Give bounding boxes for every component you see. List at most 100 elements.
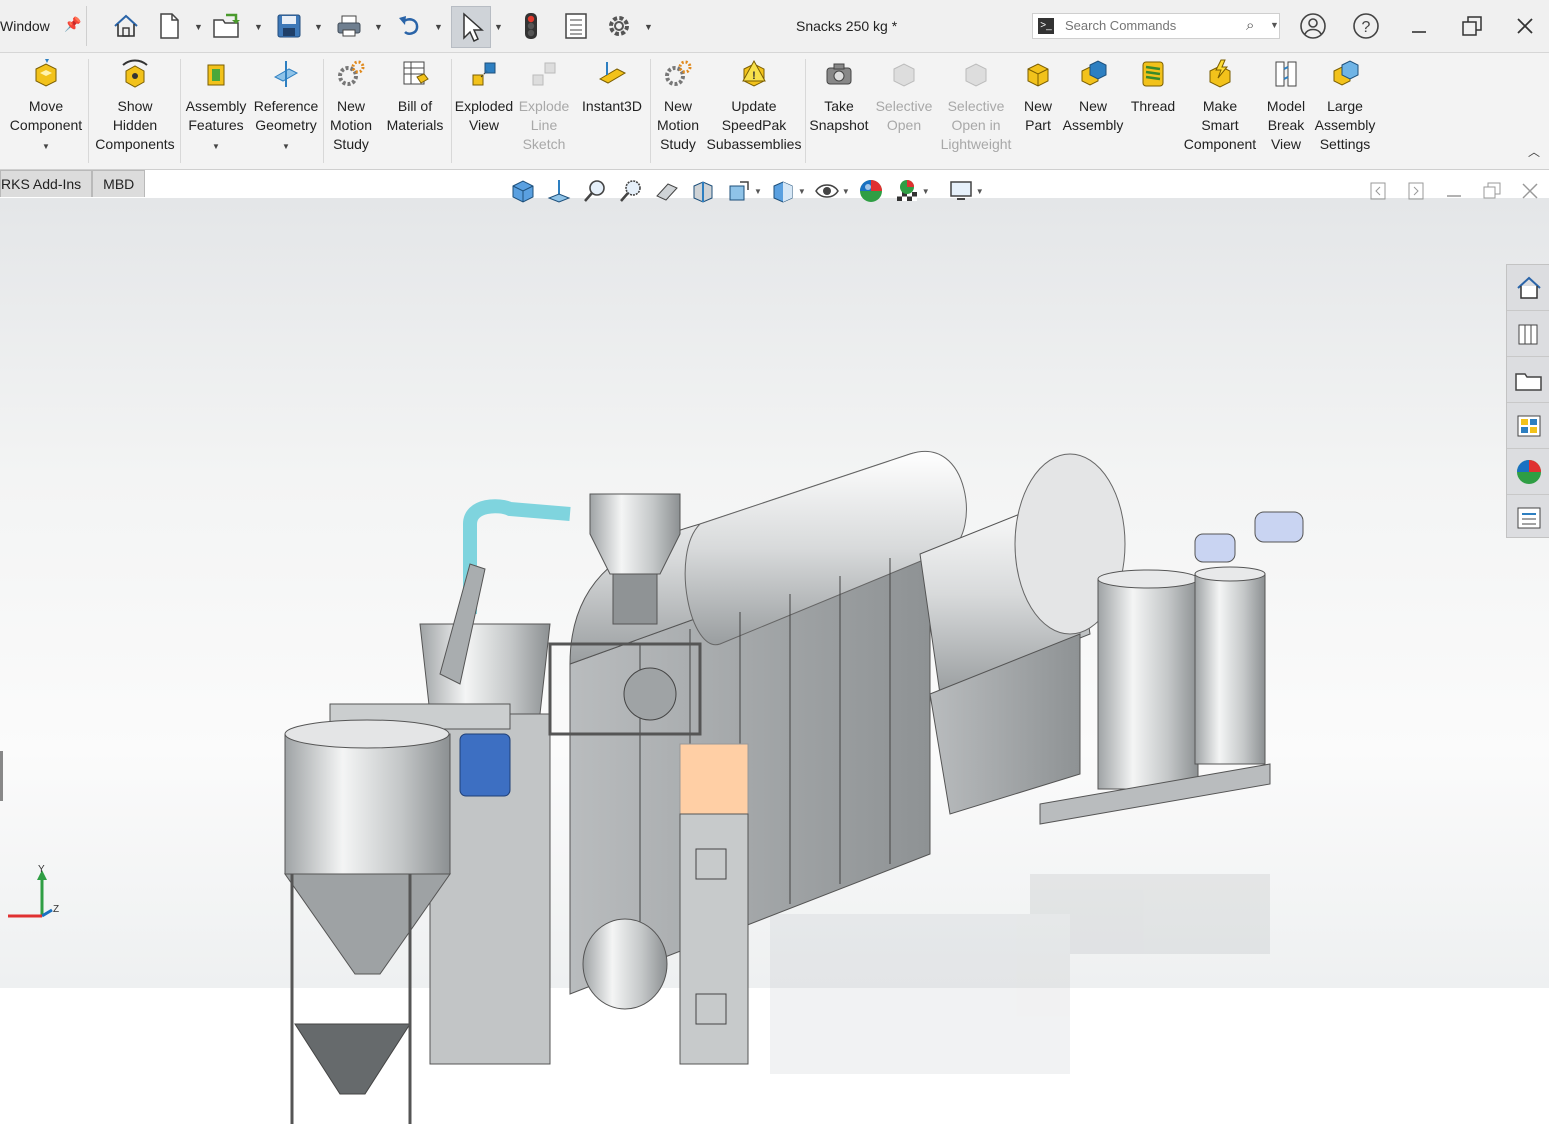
make-smart-component-button[interactable]: Make Smart Component [1182,57,1258,154]
save-button[interactable] [272,8,306,44]
print-button[interactable] [332,8,366,44]
exploded-view-button[interactable]: Exploded View [454,57,514,135]
reference-geometry-button[interactable]: Reference Geometry ▼ [252,57,320,156]
normal-to-button[interactable] [544,176,574,206]
tool-label: Reference Geometry [253,98,319,133]
traffic-light-icon [525,13,537,39]
task-pane-custom-properties[interactable] [1507,495,1549,540]
tool-label: Update SpeedPak Subassemblies [706,98,802,152]
section-view-icon [693,181,713,203]
chevron-down-icon[interactable]: ▼ [434,22,443,32]
options-button[interactable] [602,8,636,44]
task-pane-appearances[interactable] [1507,449,1549,495]
design-library-icon [1518,324,1537,344]
task-pane-view-palette[interactable] [1507,403,1549,449]
undo-button[interactable] [392,8,426,44]
chevron-down-icon[interactable]: ▼ [494,22,503,32]
menu-window[interactable]: Window [0,18,50,34]
appearance-ball-icon [1516,459,1541,484]
pin-icon[interactable]: 📌 [64,16,81,33]
assembly-features-button[interactable]: Assembly Features ▼ [184,57,248,156]
explode-line-sketch-button[interactable]: Explode Line Sketch [516,57,572,154]
tool-label: Thread [1130,98,1176,114]
chevron-down-icon[interactable]: ▼ [374,22,383,32]
tool-label: Make Smart Component [1183,98,1257,152]
viewport-restore-button[interactable] [1479,178,1505,204]
file-properties-button[interactable] [560,8,592,44]
close-button[interactable] [1509,10,1541,42]
new-motion-study-button-2[interactable]: New Motion Study [652,57,704,154]
dynamic-annotation-button[interactable] [724,176,754,206]
chevron-down-icon[interactable]: ▼ [184,137,248,156]
zoom-to-fit-button[interactable] [580,176,610,206]
new-motion-study-button[interactable]: New Motion Study [326,57,376,154]
chevron-down-icon[interactable]: ▼ [842,187,850,196]
move-component-button[interactable]: Move Component ▼ [4,57,88,156]
select-button[interactable] [451,6,491,48]
new-document-button[interactable] [154,8,184,44]
previous-view-button[interactable] [652,176,682,206]
task-pane-home[interactable] [1507,265,1549,311]
account-button[interactable] [1297,10,1329,42]
chevron-down-icon[interactable]: ▼ [254,22,263,32]
apply-scene-button[interactable] [892,176,922,206]
chevron-down-icon[interactable]: ▼ [1270,20,1279,30]
restore-button[interactable] [1456,10,1488,42]
search-icon[interactable]: ⌕ [1246,17,1254,34]
minimize-icon [1412,31,1426,33]
show-hidden-components-button[interactable]: Show Hidden Components [92,57,178,154]
help-button[interactable]: ? [1350,10,1382,42]
exploded-view-icon [472,62,496,86]
chevron-down-icon[interactable]: ▼ [644,22,653,32]
search-input[interactable] [1063,17,1247,34]
chevron-down-icon[interactable]: ▼ [194,22,203,32]
dock-left-button[interactable] [1365,178,1391,204]
chevron-down-icon[interactable]: ▼ [798,187,806,196]
dock-right-button[interactable] [1403,178,1429,204]
take-snapshot-button[interactable]: Take Snapshot [808,57,870,135]
task-pane-file-explorer[interactable] [1507,357,1549,403]
view-settings-button[interactable] [946,176,976,206]
thread-button[interactable]: Thread [1126,57,1180,116]
hide-show-items-button[interactable] [812,176,842,206]
folder-icon [1514,372,1542,391]
selective-open-button[interactable]: Selective Open [872,57,936,135]
edit-appearance-button[interactable] [856,176,886,206]
chevron-down-icon[interactable]: ▼ [976,187,984,196]
chevron-down-icon[interactable]: ▼ [4,137,88,156]
assembly-model-image[interactable] [270,434,1330,1134]
section-view-button[interactable] [688,176,718,206]
tool-label: New Part [1023,98,1052,133]
large-assembly-settings-button[interactable]: Large Assembly Settings [1312,57,1378,154]
chevron-down-icon[interactable]: ▼ [252,137,320,156]
tab-addins[interactable]: RKS Add-Ins [0,170,93,197]
model-break-view-button[interactable]: Model Break View [1262,57,1310,154]
zoom-to-area-button[interactable] [616,176,646,206]
rebuild-button[interactable] [516,8,546,44]
minimize-button[interactable] [1403,10,1435,42]
smart-component-icon [1209,59,1231,88]
graphics-area[interactable]: ▼ ▼ ▼ ▼ ▼ Y Z [0,180,1549,1124]
new-assembly-button[interactable]: New Assembly [1062,57,1124,135]
selective-open-lightweight-button[interactable]: Selective Open in Lightweight [938,57,1014,154]
collapse-ribbon-icon[interactable]: ︿ [1528,143,1540,160]
view-orientation-button[interactable] [508,176,538,206]
task-pane-design-library[interactable] [1507,311,1549,357]
viewport-minimize-button[interactable] [1441,178,1467,204]
home-icon [1516,276,1541,299]
update-speedpak-button[interactable]: ! Update SpeedPak Subassemblies [706,57,802,154]
bill-of-materials-button[interactable]: Bill of Materials [382,57,448,135]
display-style-button[interactable] [768,176,798,206]
chevron-down-icon[interactable]: ▼ [754,187,762,196]
thread-icon [1142,61,1164,87]
chevron-down-icon[interactable]: ▼ [314,22,323,32]
tab-mbd[interactable]: MBD [92,170,146,197]
search-commands[interactable]: >_ ⌕ ▼ [1032,13,1280,39]
feature-tree-flyout-handle[interactable] [0,751,3,801]
open-button[interactable] [210,8,246,44]
new-part-button[interactable]: New Part [1016,57,1060,135]
instant3d-button[interactable]: Instant3D [576,57,648,116]
home-button[interactable] [108,8,144,44]
viewport-close-button[interactable] [1517,178,1543,204]
chevron-down-icon[interactable]: ▼ [922,187,930,196]
